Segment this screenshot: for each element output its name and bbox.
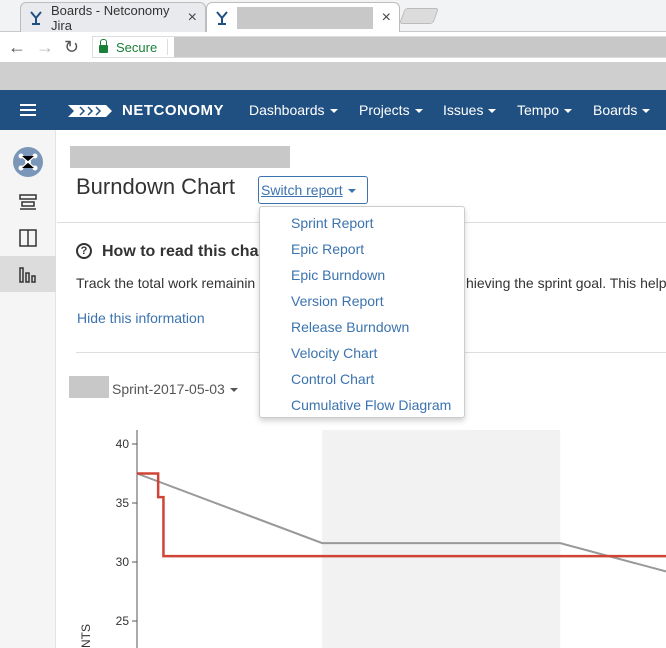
nav-label: Dashboards: [249, 102, 325, 118]
board-icon: [19, 229, 37, 247]
menu-item-version-report[interactable]: Version Report: [260, 291, 464, 317]
reload-icon[interactable]: ↻: [64, 37, 79, 58]
chevron-down-icon: [347, 189, 356, 194]
nav-label: Projects: [359, 102, 410, 118]
backlog-icon: [19, 194, 37, 210]
y-tick-label: 40: [116, 437, 130, 451]
menu-item-epic-report[interactable]: Epic Report: [260, 239, 464, 265]
sprint-label: Sprint-2017-05-03: [112, 381, 225, 397]
back-icon[interactable]: ←: [8, 37, 26, 58]
browser-tab-active[interactable]: ×: [206, 2, 400, 32]
url-input[interactable]: Secure: [92, 36, 666, 58]
browser-tab-boards[interactable]: Boards - Netconomy Jira ×: [20, 2, 206, 33]
hide-information-link[interactable]: Hide this information: [77, 310, 205, 326]
close-icon[interactable]: ×: [188, 9, 197, 27]
sidebar-item-backlog[interactable]: [0, 184, 56, 220]
page-title: Burndown Chart: [76, 174, 235, 199]
browser-tab-strip: Boards - Netconomy Jira × ×: [0, 0, 666, 33]
redacted-bookmarks-bar: [0, 62, 666, 90]
sidebar-project-avatar[interactable]: [0, 144, 56, 180]
jira-icon: [29, 10, 43, 25]
chevron-down-icon: [488, 109, 497, 114]
help-text: Track the total work remainin: [76, 275, 256, 291]
y-axis-label: NTS: [79, 624, 93, 648]
sidebar-item-board[interactable]: [0, 220, 56, 256]
close-icon[interactable]: ×: [382, 9, 391, 27]
nav-issues[interactable]: Issues: [443, 102, 497, 118]
project-sidebar: [0, 130, 56, 648]
redacted-sprint-prefix: [69, 376, 109, 398]
nav-projects[interactable]: Projects: [359, 102, 423, 118]
brand-name: NETCONOMY: [122, 102, 224, 119]
sidebar-item-reports[interactable]: [0, 256, 56, 292]
nav-dashboards[interactable]: Dashboards: [249, 102, 338, 118]
project-avatar-icon: [13, 147, 43, 177]
jira-icon: [215, 10, 229, 25]
divider: [167, 39, 169, 55]
y-tick-label: 35: [116, 496, 130, 510]
menu-item-release-burndown[interactable]: Release Burndown: [260, 317, 464, 343]
switch-report-dropdown: Sprint Report Epic Report Epic Burndown …: [259, 206, 465, 418]
tab-title: Boards - Netconomy Jira: [51, 2, 170, 33]
netconomy-logo-icon: [68, 104, 112, 117]
menu-icon[interactable]: [20, 104, 36, 116]
chevron-down-icon: [642, 109, 651, 114]
secure-label: Secure: [116, 39, 158, 55]
y-tick-label: 25: [116, 614, 130, 628]
non-working-days-band: [322, 430, 561, 648]
redacted-tab-title: [237, 6, 373, 29]
app-window: Boards - Netconomy Jira × × ← → ↻ Secure: [0, 0, 666, 648]
chevron-down-icon: [414, 109, 423, 114]
menu-item-cumulative-flow[interactable]: Cumulative Flow Diagram: [260, 395, 464, 421]
forward-icon[interactable]: →: [36, 37, 54, 58]
switch-report-button[interactable]: Switch report: [258, 176, 368, 204]
menu-item-epic-burndown[interactable]: Epic Burndown: [260, 265, 464, 291]
sprint-select[interactable]: Sprint-2017-05-03: [112, 381, 238, 397]
chevron-down-icon: [564, 109, 573, 114]
nav-label: Boards: [593, 102, 638, 118]
redacted-breadcrumb: [70, 146, 290, 168]
chevron-down-icon: [329, 109, 338, 114]
help-text-continued: hieving the sprint goal. This help: [466, 275, 666, 291]
menu-item-control-chart[interactable]: Control Chart: [260, 369, 464, 395]
nav-boards[interactable]: Boards: [593, 102, 651, 118]
help-title: How to read this cha: [102, 243, 259, 260]
nav-label: Issues: [443, 102, 484, 118]
menu-item-sprint-report[interactable]: Sprint Report: [260, 213, 464, 239]
brand-logo[interactable]: NETCONOMY: [66, 102, 224, 119]
jira-header: NETCONOMY Dashboards Projects Issues Tem…: [0, 90, 666, 130]
nav-tempo[interactable]: Tempo: [517, 102, 573, 118]
lock-icon: [99, 39, 108, 53]
y-tick-label: 30: [116, 555, 130, 569]
switch-report-label: Switch report: [261, 182, 343, 198]
burndown-chart: 25 30 35 40 NTS: [79, 430, 666, 648]
chevron-down-icon: [229, 388, 238, 393]
new-tab-button[interactable]: [399, 8, 439, 24]
menu-item-velocity-chart[interactable]: Velocity Chart: [260, 343, 464, 369]
help-icon: ?: [76, 243, 92, 259]
nav-label: Tempo: [517, 102, 560, 118]
reports-icon: [19, 267, 36, 283]
address-bar: ← → ↻ Secure: [0, 32, 666, 62]
redacted-url: [174, 37, 666, 57]
